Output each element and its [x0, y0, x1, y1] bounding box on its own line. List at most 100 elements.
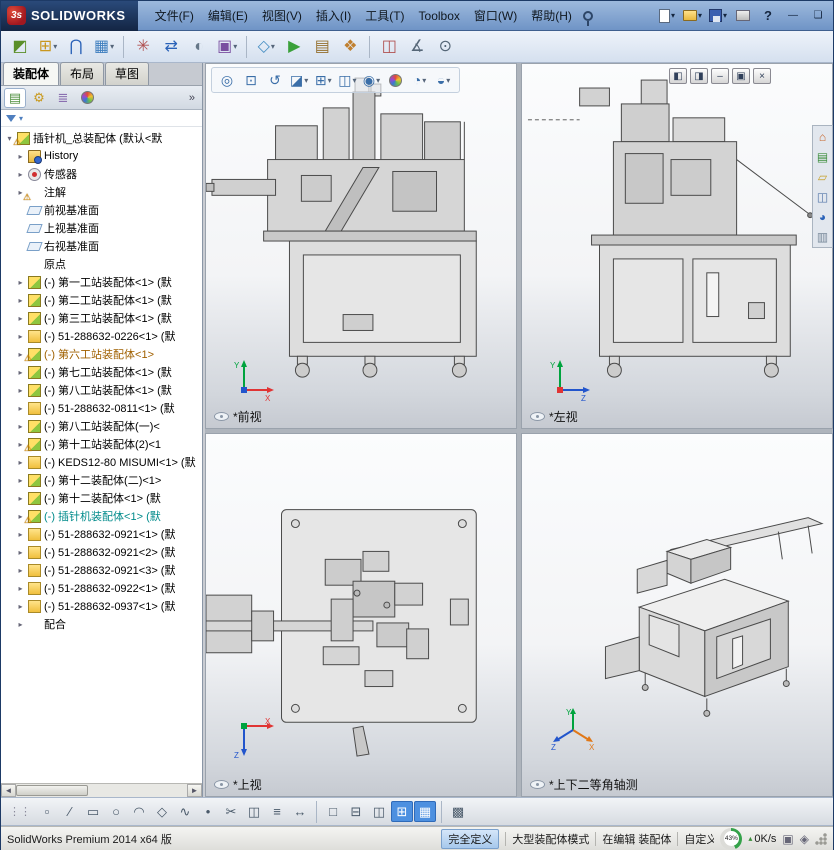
link-views-button[interactable]: ▦: [414, 801, 436, 822]
save-button[interactable]: ▾: [707, 5, 729, 27]
tile-horizontally-button[interactable]: ◧: [669, 68, 687, 84]
design-library-tab[interactable]: ▤: [814, 148, 832, 165]
expand-caret-icon[interactable]: ▸: [16, 494, 25, 503]
edit-appearance-button[interactable]: [385, 69, 407, 91]
move-component-button[interactable]: ⇄: [158, 34, 184, 60]
smart-fasteners-button[interactable]: ✳: [130, 34, 156, 60]
display-style-button[interactable]: ◫ ▾: [336, 69, 358, 91]
tree-item[interactable]: ▸ (-) 第十二装配体(二)<1>: [1, 471, 202, 489]
help-button[interactable]: ?: [757, 5, 779, 27]
close-document-button[interactable]: ×: [753, 68, 771, 84]
tree-item[interactable]: ▸ ⚠ 注解: [1, 183, 202, 201]
tree-item[interactable]: ▸ (-) 第八工站装配体<1> (默: [1, 381, 202, 399]
expand-caret-icon[interactable]: ▸: [16, 530, 25, 539]
horizontal-viewport-splitter[interactable]: [205, 429, 833, 433]
tree-item[interactable]: ▸ (-) KEDS12-80 MISUMI<1> (默: [1, 453, 202, 471]
interference-detection-button[interactable]: ◫: [376, 34, 402, 60]
reference-geometry-button[interactable]: ◇ ▾: [253, 34, 279, 60]
toolbar-drag-handle[interactable]: ⋮⋮: [9, 805, 31, 818]
bill-of-materials-button[interactable]: ▤: [309, 34, 335, 60]
spline-tool-button[interactable]: ∿: [174, 801, 196, 822]
menu-window[interactable]: 窗口(W): [467, 3, 524, 28]
new-motion-study-button[interactable]: ▶: [281, 34, 307, 60]
tab-assembly[interactable]: 装配体: [3, 62, 60, 85]
tab-sketch[interactable]: 草图: [105, 62, 150, 85]
feature-tree-filter[interactable]: ▾: [1, 110, 202, 127]
tree-item[interactable]: ▸ (-) 51-288632-0921<1> (默: [1, 525, 202, 543]
featuremanager-tab[interactable]: ▤: [4, 87, 26, 108]
tab-layout[interactable]: 布局: [60, 62, 105, 85]
tree-item[interactable]: ▸ (-) 第一工站装配体<1> (默: [1, 273, 202, 291]
zoom-area-button[interactable]: ⊡: [240, 69, 262, 91]
tree-item[interactable]: ▸ (-) 第十二装配体<1> (默: [1, 489, 202, 507]
tree-item[interactable]: ▸ (-) 第七工站装配体<1> (默: [1, 363, 202, 381]
maximize-window-button[interactable]: ❏: [807, 5, 829, 27]
exploded-view-button[interactable]: ❖: [337, 34, 363, 60]
tree-item[interactable]: ▸ 传感器: [1, 165, 202, 183]
expand-caret-icon[interactable]: ▸: [16, 548, 25, 557]
section-view-button[interactable]: ◪ ▾: [288, 69, 310, 91]
scroll-right-button[interactable]: ►: [187, 784, 202, 797]
zoom-fit-button[interactable]: ◎: [216, 69, 238, 91]
tree-item[interactable]: ▸ ⚠ (-) 第六工站装配体<1>: [1, 345, 202, 363]
menu-view[interactable]: 视图(V): [255, 3, 309, 28]
print-button[interactable]: [732, 5, 754, 27]
scroll-left-button[interactable]: ◄: [1, 784, 16, 797]
rectangle-tool-button[interactable]: ▭: [82, 801, 104, 822]
circle-tool-button[interactable]: ○: [105, 801, 127, 822]
expand-caret-icon[interactable]: ▸: [16, 458, 25, 467]
expand-caret-icon[interactable]: ▸: [16, 386, 25, 395]
smart-dimension-button[interactable]: ↔: [289, 801, 311, 822]
show-hidden-components-button[interactable]: ◐: [186, 34, 212, 60]
expand-caret-icon[interactable]: ▸: [16, 314, 25, 323]
menu-file[interactable]: 文件(F): [148, 3, 201, 28]
tree-item[interactable]: ▸ (-) 51-288632-0921<3> (默: [1, 561, 202, 579]
appearances-tab[interactable]: ◕: [814, 208, 832, 225]
custom-properties-tab[interactable]: ▥: [814, 228, 832, 245]
expand-caret-icon[interactable]: ▸: [16, 404, 25, 413]
configurationmanager-tab[interactable]: ≣: [52, 88, 74, 108]
line-tool-button[interactable]: ∕: [59, 801, 81, 822]
tree-item[interactable]: ▸ (-) 51-288632-0937<1> (默: [1, 597, 202, 615]
grid-settings-button[interactable]: ▩: [447, 801, 469, 822]
viewport-two-horizontal-button[interactable]: ⊟: [345, 801, 367, 822]
expand-caret-icon[interactable]: ▸: [16, 476, 25, 485]
tree-item[interactable]: ▸ (-) 51-288632-0811<1> (默: [1, 399, 202, 417]
expand-caret-icon[interactable]: ▸: [16, 566, 25, 575]
solidworks-resources-tab[interactable]: ⌂: [814, 128, 832, 145]
view-settings-button[interactable]: ◒ ▾: [433, 69, 455, 91]
hide-show-items-button[interactable]: ◉ ▾: [361, 69, 383, 91]
menu-toolbox[interactable]: Toolbox: [412, 5, 467, 27]
tree-item[interactable]: ▸ (-) 第八工站装配体(一)<: [1, 417, 202, 435]
dimxpertmanager-tab[interactable]: [76, 88, 98, 108]
tree-item[interactable]: ▸ (-) 51-288632-0922<1> (默: [1, 579, 202, 597]
previous-view-button[interactable]: ↺: [264, 69, 286, 91]
expand-caret-icon[interactable]: ▸: [16, 332, 25, 341]
tree-item[interactable]: ▸ (-) 51-288632-0921<2> (默: [1, 543, 202, 561]
assembly-features-button[interactable]: ▣ ▾: [214, 34, 240, 60]
minimize-window-button[interactable]: —: [782, 5, 804, 27]
insert-components-button[interactable]: ⊞ ▾: [35, 34, 61, 60]
expand-caret-icon[interactable]: ▸: [16, 368, 25, 377]
scrollbar-thumb[interactable]: [16, 785, 88, 796]
open-document-button[interactable]: ▾: [681, 5, 704, 27]
edit-component-button[interactable]: ◩: [7, 34, 33, 60]
tags-icon[interactable]: ◈: [800, 832, 809, 846]
quick-tips-icon[interactable]: ▣: [782, 832, 793, 846]
tree-item[interactable]: 前视基准面: [1, 201, 202, 219]
tree-item[interactable]: ▸ (-) 第二工站装配体<1> (默: [1, 291, 202, 309]
viewport-single-button[interactable]: □: [322, 801, 344, 822]
view-orientation-button[interactable]: ⊞ ▾: [312, 69, 334, 91]
expand-caret-icon[interactable]: ▸: [16, 170, 25, 179]
point-tool-button[interactable]: •: [197, 801, 219, 822]
tree-item[interactable]: ▸ 配合: [1, 615, 202, 633]
minimize-document-button[interactable]: –: [711, 68, 729, 84]
tree-item[interactable]: 原点: [1, 255, 202, 273]
new-document-button[interactable]: ▾: [656, 5, 678, 27]
expand-caret-icon[interactable]: ▸: [16, 152, 25, 161]
expand-caret-icon[interactable]: ▸: [16, 296, 25, 305]
expand-caret-icon[interactable]: ▸: [16, 620, 25, 629]
tree-horizontal-scrollbar[interactable]: ◄ ►: [1, 783, 202, 797]
viewport-four-button[interactable]: ⊞: [391, 801, 413, 822]
viewport-two-vertical-button[interactable]: ◫: [368, 801, 390, 822]
